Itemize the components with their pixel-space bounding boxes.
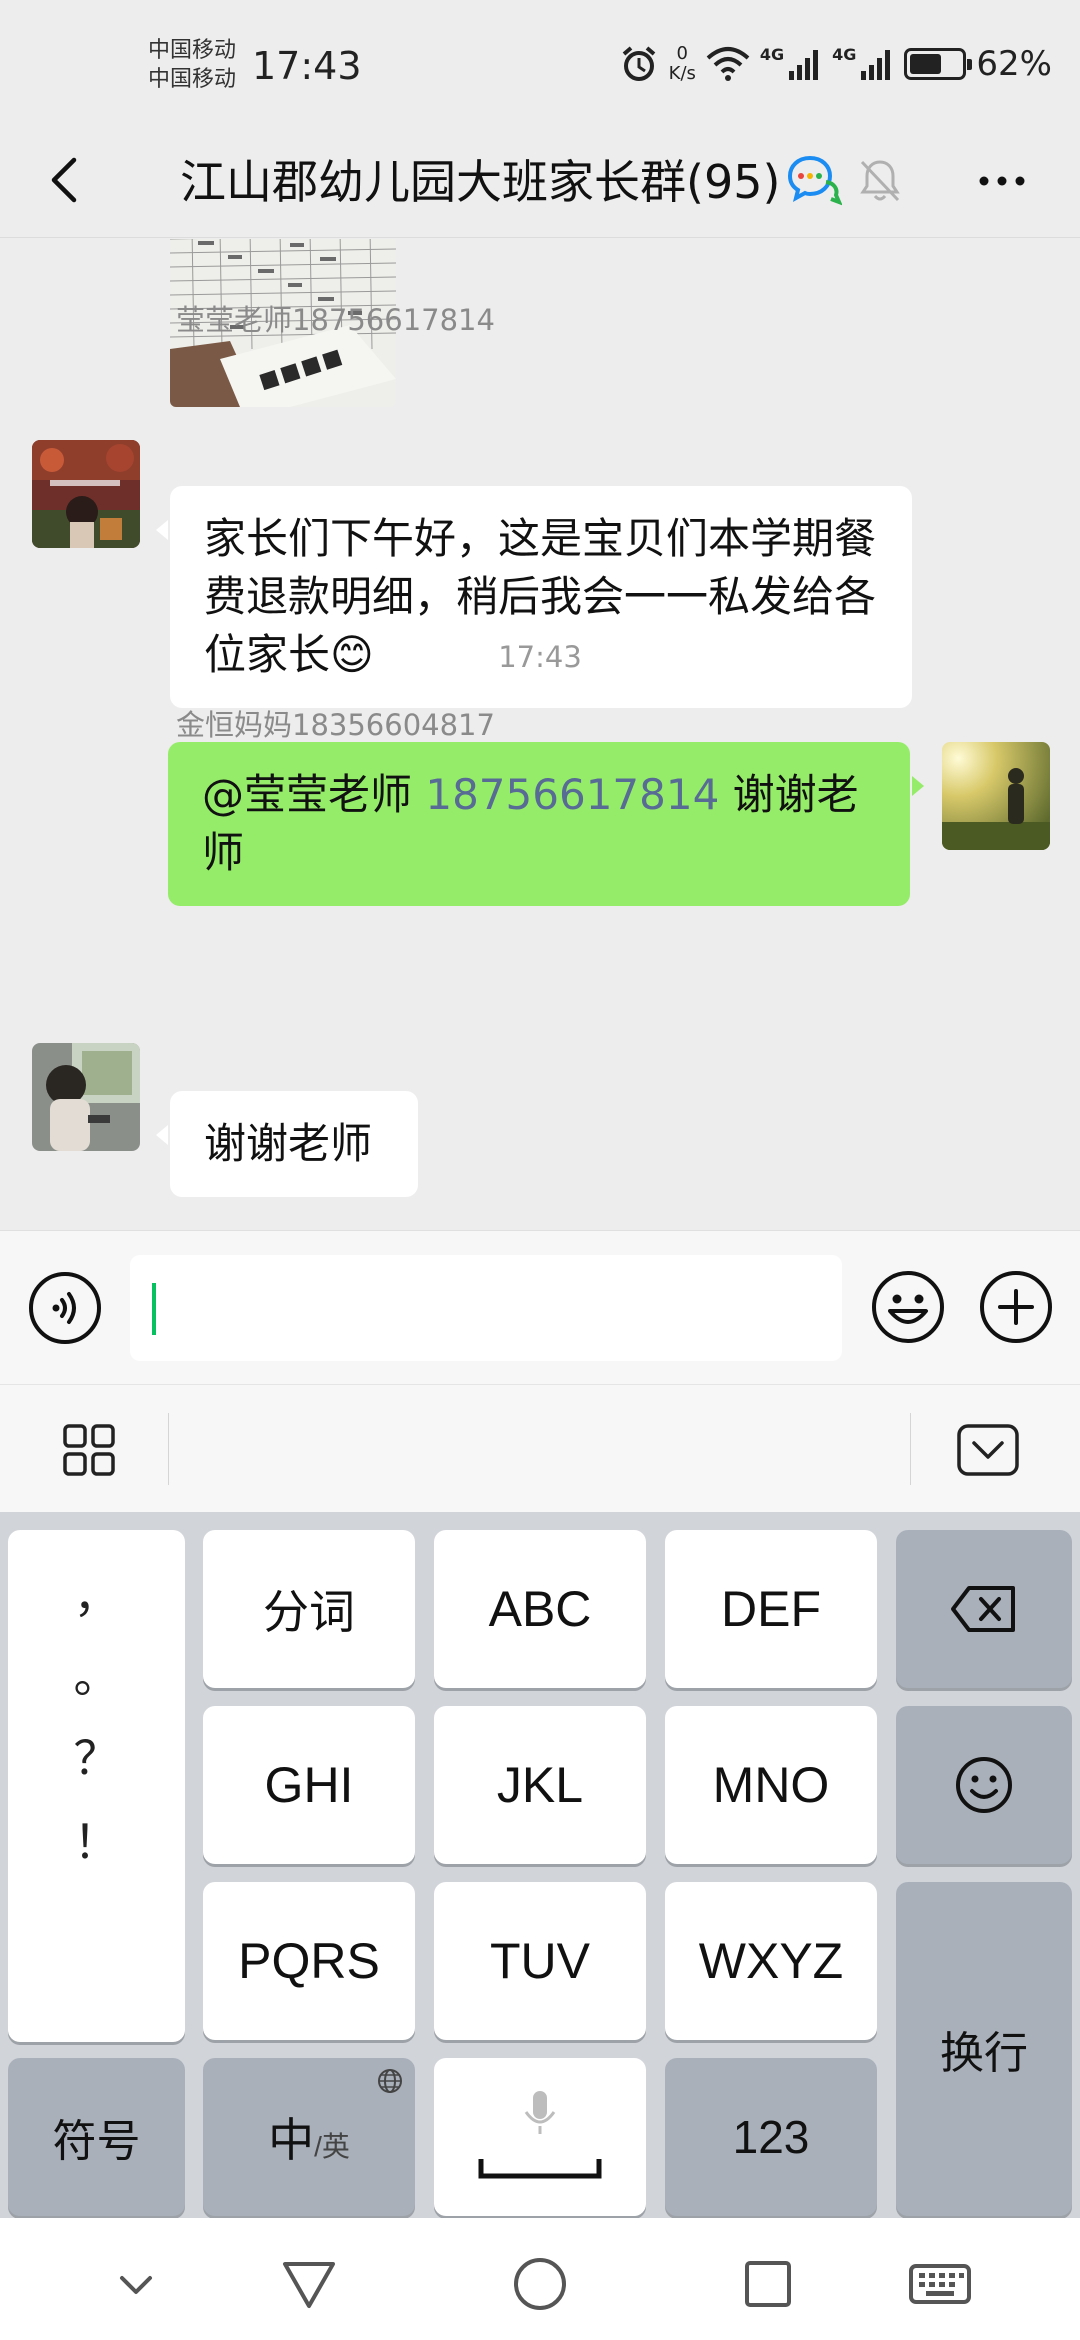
keyboard-switch-icon[interactable] — [908, 2254, 972, 2314]
carrier-1: 中国移动 — [148, 38, 237, 63]
battery-fill — [910, 54, 942, 74]
chat-header: 江山郡幼儿园大班家长群(95) — [0, 128, 1080, 238]
wifi-icon — [706, 47, 750, 81]
punct-key-question[interactable]: ？ — [8, 1722, 185, 1788]
chat-title: 江山郡幼儿园大班家长群(95) — [180, 155, 781, 209]
more-dots-icon[interactable] — [972, 156, 1032, 206]
signal-type-1: 4G — [759, 44, 785, 64]
keyboard-toolbar — [0, 1384, 1080, 1512]
punct-key-comma[interactable]: ， — [8, 1560, 185, 1626]
divider — [168, 1413, 169, 1485]
message-input-bar — [0, 1230, 1080, 1384]
battery-icon — [904, 48, 973, 80]
sender-name: 金恒妈妈18356604817 — [176, 708, 495, 742]
message-bubble[interactable]: 谢谢老师 — [156, 1091, 418, 1197]
key-segment[interactable]: 分词 — [203, 1530, 415, 1688]
mute-bell-icon — [860, 160, 900, 202]
key-def[interactable]: DEF — [665, 1530, 877, 1688]
emoji-icon[interactable] — [870, 1269, 946, 1345]
clock: 17:43 — [252, 44, 362, 88]
plus-icon[interactable] — [978, 1269, 1054, 1345]
numbers-key[interactable]: 123 — [665, 2058, 877, 2216]
emoji-key[interactable] — [896, 1706, 1072, 1864]
back-triangle-icon[interactable] — [279, 2254, 339, 2314]
key-ghi[interactable]: GHI — [203, 1706, 415, 1864]
home-circle-icon[interactable] — [510, 2254, 570, 2314]
globe-icon — [378, 2069, 402, 2093]
backspace-icon — [951, 1586, 1015, 1632]
backspace-key[interactable] — [896, 1530, 1072, 1688]
divider — [910, 1413, 911, 1485]
alarm-icon — [622, 46, 655, 81]
symbols-key[interactable]: 符号 — [8, 2058, 185, 2216]
sender-name: 莹莹老师18756617814 — [176, 303, 495, 337]
punctuation-column[interactable]: ， 。 ？ ！ — [8, 1530, 185, 2042]
key-wxyz[interactable]: WXYZ — [665, 1882, 877, 2040]
collapse-chevron-icon[interactable] — [106, 2254, 166, 2314]
my-avatar-image — [942, 742, 1050, 850]
key-tuv[interactable]: TUV — [434, 1882, 646, 2040]
app-grid-icon[interactable] — [62, 1423, 116, 1477]
signal-icon — [789, 50, 819, 80]
signal-icon — [861, 50, 891, 80]
teacher-avatar-image — [32, 440, 140, 548]
space-bar-icon — [478, 2159, 602, 2179]
carrier-labels: 中国移动 中国移动 — [148, 36, 236, 94]
message-bubble[interactable]: 家长们下午好，这是宝贝们本学期餐费退款明细，稍后我会一一私发给各位家长😊 — [156, 486, 912, 708]
key-jkl[interactable]: JKL — [434, 1706, 646, 1864]
chat-messages[interactable]: 莹莹老师18756617814 家长们下午好，这是宝贝们本学期餐费退款明细，稍后… — [0, 239, 1080, 1229]
message-timestamp: 17:43 — [498, 640, 582, 674]
punct-key-period[interactable]: 。 — [8, 1640, 185, 1706]
status-icons: 0 K/s 4G 4G 62% — [619, 44, 1052, 84]
t9-keyboard: ， 。 ？ ！ 分词 ABC DEF GHI JKL MNO PQRS TUV … — [0, 1512, 1080, 2218]
back-arrow-icon[interactable] — [36, 150, 96, 210]
signal-type-2: 4G — [832, 44, 857, 64]
avatar[interactable] — [32, 440, 140, 548]
group-chat-icon[interactable] — [786, 152, 842, 208]
message-bubble-outgoing[interactable]: @莹莹老师 18756617814 谢谢老师 — [168, 742, 924, 906]
mention-name[interactable]: @莹莹老师 — [202, 770, 425, 819]
hide-keyboard-icon[interactable] — [956, 1423, 1020, 1477]
key-mno[interactable]: MNO — [665, 1706, 877, 1864]
voice-input-icon[interactable] — [28, 1271, 102, 1345]
text-cursor — [152, 1283, 156, 1335]
avatar[interactable] — [32, 1043, 140, 1151]
net-speed: 0 K/s — [668, 43, 696, 84]
microphone-icon — [524, 2091, 556, 2134]
recents-square-icon[interactable] — [738, 2254, 798, 2314]
key-pqrs[interactable]: PQRS — [203, 1882, 415, 2040]
parent-avatar-image — [32, 1043, 140, 1151]
mention-number[interactable]: 18756617814 — [425, 770, 719, 819]
lang-alt-label: /英 — [314, 2131, 350, 2162]
keyboard-emoji-icon — [956, 1757, 1012, 1813]
punct-key-exclaim[interactable]: ！ — [8, 1806, 185, 1872]
message-input[interactable] — [130, 1255, 842, 1361]
key-abc[interactable]: ABC — [434, 1530, 646, 1688]
battery-percent: 62% — [976, 44, 1052, 84]
space-key[interactable] — [434, 2058, 646, 2216]
my-avatar[interactable] — [942, 742, 1050, 850]
system-nav-bar — [0, 2218, 1080, 2340]
message-text: 谢谢老师 — [204, 1119, 373, 1168]
lang-main-label: 中 — [268, 2114, 315, 2166]
carrier-2: 中国移动 — [148, 67, 237, 92]
language-switch-key[interactable]: 中/英 — [203, 2058, 415, 2216]
enter-key[interactable]: 换行 — [896, 1882, 1072, 2216]
status-bar: 中国移动 中国移动 17:43 0 K/s 4G 4G 62% — [0, 0, 1080, 128]
